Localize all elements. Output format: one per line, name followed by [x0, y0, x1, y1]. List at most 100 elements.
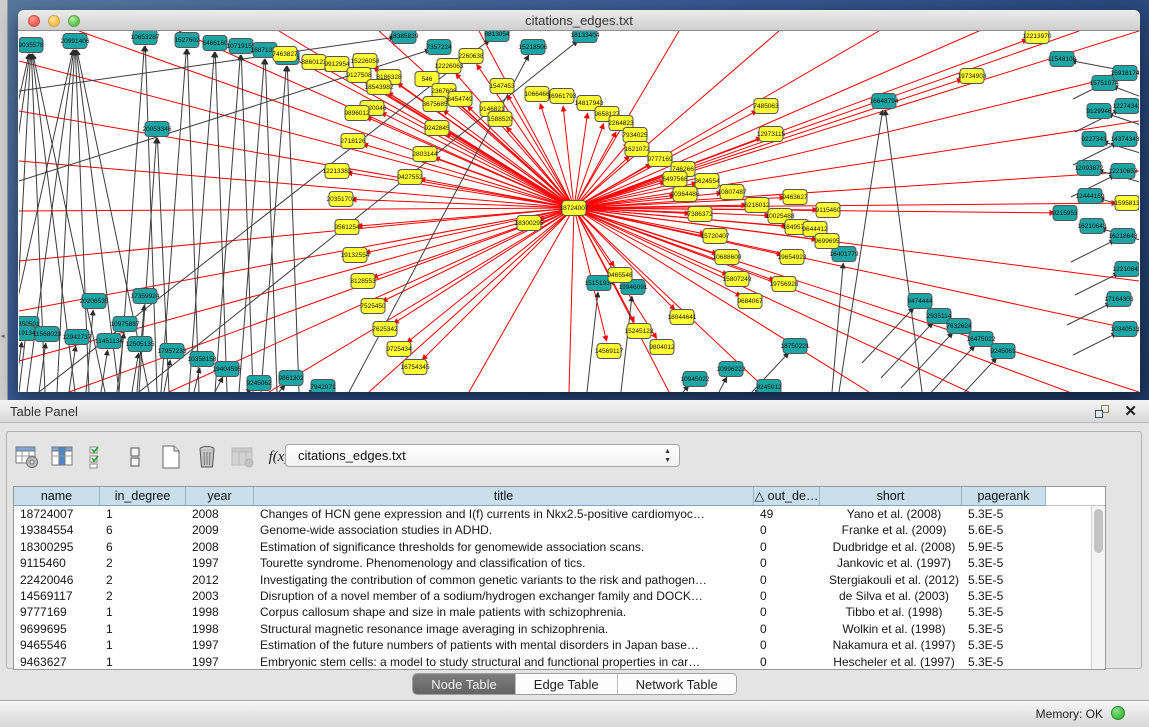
attribute-table[interactable]: namein_degreeyeartitle△ out_de…shortpage…: [13, 486, 1106, 670]
graph-node[interactable]: 6466160: [202, 36, 228, 51]
graph-node[interactable]: 8813054: [484, 31, 510, 42]
graph-node[interactable]: 12973115: [757, 127, 786, 142]
graph-node[interactable]: 18300295: [515, 216, 544, 231]
graph-node[interactable]: 20351702: [327, 192, 356, 207]
graph-node[interactable]: 11568023: [33, 327, 62, 342]
table-row[interactable]: 1938455462009Genome-wide association stu…: [14, 522, 1105, 538]
graph-node[interactable]: 7463827: [272, 47, 298, 62]
graph-node[interactable]: 15918174: [1111, 66, 1139, 81]
graph-node[interactable]: 18133404: [571, 31, 600, 43]
graph-node[interactable]: 19654923: [778, 250, 807, 265]
graph-node[interactable]: 7525450: [360, 299, 386, 314]
graph-node[interactable]: 7357224: [426, 40, 452, 55]
close-panel-icon[interactable]: ✕: [1124, 402, 1137, 420]
graph-node[interactable]: 18750221: [781, 339, 810, 354]
graph-node[interactable]: 6216012: [744, 198, 770, 213]
graph-node[interactable]: 9861302: [278, 371, 304, 386]
graph-node[interactable]: 9035578: [19, 38, 44, 53]
left-splitter[interactable]: ◂: [0, 0, 8, 400]
graph-node[interactable]: 1547453: [489, 79, 515, 94]
graph-node[interactable]: 8860123: [301, 55, 327, 70]
graph-node[interactable]: 12213970: [1023, 31, 1052, 44]
graph-node[interactable]: 9777169: [647, 152, 673, 167]
table-row[interactable]: 946362711997Embryonic stem cells: a mode…: [14, 654, 1105, 670]
graph-node[interactable]: 9684067: [737, 294, 763, 309]
graph-node[interactable]: 10945022: [681, 372, 710, 387]
table-selector-dropdown[interactable]: citations_edges.txt ▲▼: [285, 444, 680, 467]
graph-node[interactable]: 8128553: [350, 274, 376, 289]
table-row[interactable]: 1830029562008Estimation of significance …: [14, 539, 1105, 555]
show-columns-icon[interactable]: [50, 444, 76, 470]
column-header-name[interactable]: name: [14, 487, 100, 506]
graph-node[interactable]: 10653287: [131, 31, 160, 45]
graph-node[interactable]: 10975887: [111, 317, 140, 332]
graph-node[interactable]: 14374343: [1111, 132, 1139, 147]
table-row[interactable]: 911546021997Tourette syndrome. Phenomeno…: [14, 555, 1105, 571]
graph-node[interactable]: 1595813: [1114, 196, 1139, 211]
graph-node[interactable]: 9115460: [816, 203, 841, 218]
tab-edge-table[interactable]: Edge Table: [516, 674, 618, 694]
graph-node[interactable]: 10996222: [717, 362, 746, 377]
graph-node[interactable]: 9215953: [1052, 206, 1078, 221]
graph-node[interactable]: 15720407: [701, 229, 730, 244]
graph-node[interactable]: 9699695: [814, 234, 840, 249]
window-titlebar[interactable]: citations_edges.txt: [18, 10, 1140, 31]
table-row[interactable]: 1456911722003Disruption of a novel membe…: [14, 588, 1105, 604]
column-header-in_degree[interactable]: in_degree: [100, 487, 186, 506]
new-column-icon[interactable]: [158, 444, 184, 470]
table-row[interactable]: 2242004622012Investigating the contribut…: [14, 572, 1105, 588]
graph-node[interactable]: 16210643: [1078, 219, 1107, 234]
column-header-title[interactable]: title: [254, 487, 754, 506]
graph-node[interactable]: 20364486: [671, 187, 700, 202]
graph-node[interactable]: 7942071: [310, 380, 336, 393]
graph-node[interactable]: 12444159: [1076, 189, 1105, 204]
graph-node[interactable]: 7632624: [946, 319, 972, 334]
graph-node[interactable]: 12093872: [1075, 161, 1104, 176]
table-row[interactable]: 946554611997Estimation of the future num…: [14, 637, 1105, 653]
splitter-collapse-icon[interactable]: ◂: [1, 332, 5, 340]
table-panel-header[interactable]: Table Panel ✕: [0, 400, 1149, 423]
graph-node[interactable]: 20206535: [80, 294, 109, 309]
graph-node[interactable]: 17164303: [1105, 292, 1134, 307]
graph-node[interactable]: 9465546: [607, 268, 633, 283]
graph-node[interactable]: 9129946: [1086, 104, 1112, 119]
column-header-pagerank[interactable]: pagerank: [962, 487, 1046, 506]
network-canvas[interactable]: 9035578209914061065328715276026466160107…: [19, 31, 1139, 392]
graph-node[interactable]: 16218643: [1109, 229, 1138, 244]
vertical-scrollbar[interactable]: [1091, 506, 1105, 670]
graph-node[interactable]: 20991406: [61, 34, 90, 49]
graph-node[interactable]: 9427552: [397, 170, 423, 185]
graph-node[interactable]: 6497568: [662, 172, 688, 187]
graph-node[interactable]: 15807249: [723, 272, 752, 287]
graph-node[interactable]: 12942737: [63, 330, 92, 345]
table-row[interactable]: 969969511998Structural magnetic resonanc…: [14, 621, 1105, 637]
graph-node[interactable]: 1621072: [624, 142, 650, 157]
graph-node[interactable]: 9896012: [344, 106, 370, 121]
table-row[interactable]: 1872400712008Changes of HCN gene express…: [14, 506, 1105, 522]
graph-node[interactable]: 7934025: [622, 128, 648, 143]
tab-network-table[interactable]: Network Table: [618, 674, 736, 694]
graph-node[interactable]: 10358158: [188, 352, 217, 367]
graph-node[interactable]: 19404595: [213, 362, 242, 377]
graph-node[interactable]: 16754345: [401, 360, 430, 375]
graph-node[interactable]: 9227343: [1081, 132, 1107, 147]
graph-node[interactable]: 10688609: [713, 250, 742, 265]
column-pair-icon[interactable]: [122, 444, 148, 470]
column-header-year[interactable]: year: [186, 487, 254, 506]
float-window-icon[interactable]: [1095, 405, 1109, 418]
graph-node[interactable]: 9561254: [334, 220, 360, 235]
graph-node[interactable]: 18044641: [668, 310, 697, 325]
graph-node[interactable]: 2803144: [412, 147, 438, 162]
graph-node[interactable]: 17359924: [131, 289, 160, 304]
graph-node[interactable]: 7485063: [753, 99, 779, 114]
graph-node[interactable]: 15245122: [625, 324, 654, 339]
graph-node[interactable]: 12210643: [1113, 262, 1139, 277]
graph-node[interactable]: 17957233: [158, 344, 187, 359]
graph-node[interactable]: 3675685: [422, 97, 448, 112]
graph-node[interactable]: 9804012: [649, 340, 675, 355]
column-header-out_de[interactable]: △ out_de…: [754, 487, 820, 506]
graph-node[interactable]: 9474444: [907, 294, 933, 309]
graph-node[interactable]: 15226058: [351, 54, 380, 69]
graph-node[interactable]: 15218506: [519, 40, 548, 55]
graph-node[interactable]: 10340513: [1111, 322, 1139, 337]
